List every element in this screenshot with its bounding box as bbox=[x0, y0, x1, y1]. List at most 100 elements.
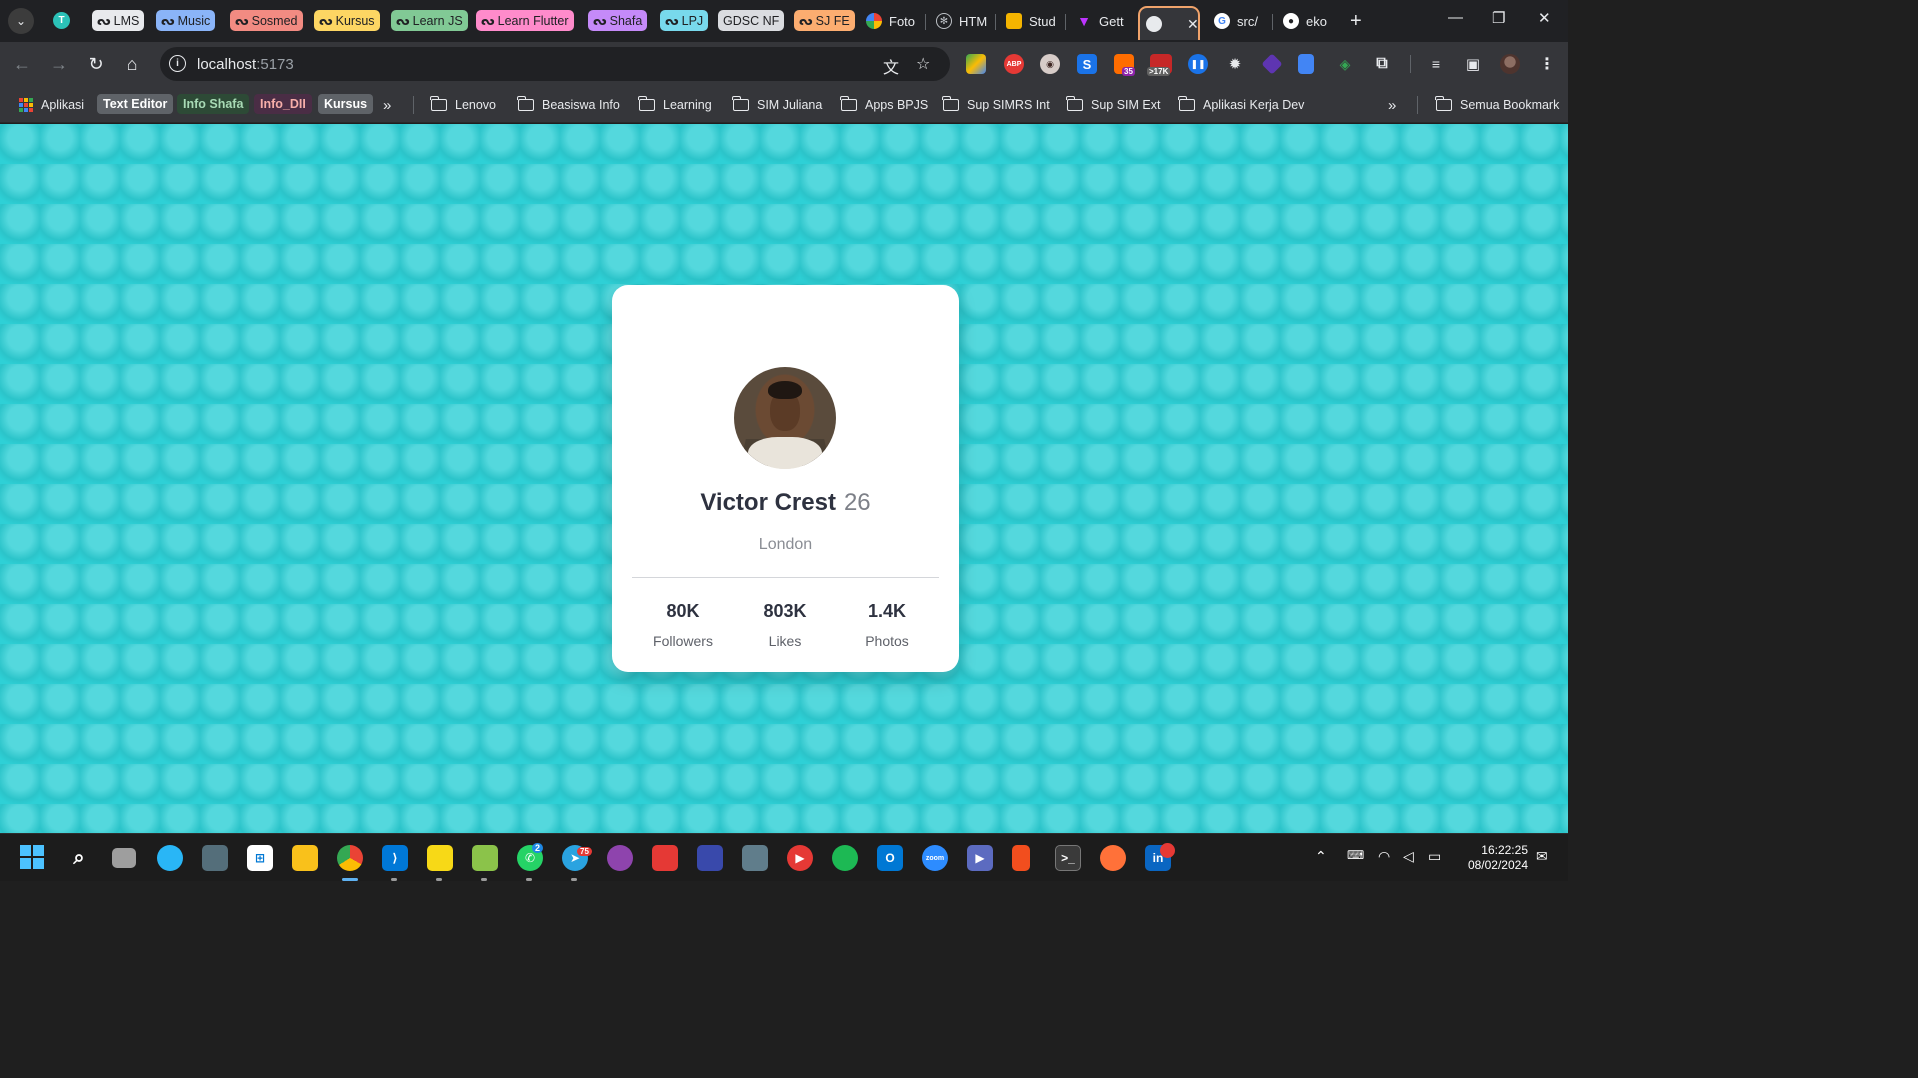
extension-s-icon[interactable]: S bbox=[1077, 54, 1097, 74]
bookmark-folder-sup-simrs-int[interactable]: Sup SIMRS Int bbox=[942, 95, 1050, 115]
tab-github[interactable]: ● eko bbox=[1277, 6, 1335, 36]
bookmark-chip-kursus[interactable]: Kursus bbox=[318, 94, 374, 114]
tab-group-lms[interactable]: ᔓ LMS bbox=[92, 10, 145, 31]
tab-group-sj-fe[interactable]: ᔓ SJ FE bbox=[794, 10, 855, 31]
tab-group-sosmed[interactable]: ᔓ Sosmed bbox=[230, 10, 303, 31]
side-panel-icon[interactable]: ▣ bbox=[1463, 54, 1483, 74]
tab-group-collapsed[interactable]: T bbox=[53, 12, 70, 29]
home-icon[interactable]: ⌂ bbox=[120, 52, 144, 76]
tab-photos[interactable]: Foto bbox=[860, 6, 920, 36]
bookmark-chip-text-editor[interactable]: Text Editor bbox=[97, 94, 174, 114]
extension-docs-icon[interactable] bbox=[1298, 54, 1314, 74]
tab-chatgpt[interactable]: ✻ HTM bbox=[930, 6, 988, 36]
bookmark-folder-aplikasi-kerja-dev[interactable]: Aplikasi Kerja Dev bbox=[1178, 95, 1304, 115]
outlook-icon[interactable]: O bbox=[877, 845, 903, 871]
bookmark-folder-apps-bpjs[interactable]: Apps BPJS bbox=[840, 95, 928, 115]
file-manager-icon[interactable] bbox=[742, 845, 768, 871]
bookmark-chip-info-shafa[interactable]: Info Shafa bbox=[177, 94, 250, 114]
extension-pause-icon[interactable]: ❚❚ bbox=[1188, 54, 1208, 74]
bookmark-apps[interactable]: Aplikasi bbox=[19, 95, 84, 115]
tab-search-chevron-icon[interactable]: ⌄ bbox=[8, 8, 34, 34]
wifi-icon[interactable]: ◠ bbox=[1378, 848, 1390, 865]
task-view-icon[interactable] bbox=[112, 848, 136, 868]
zoom-icon[interactable]: zoom bbox=[922, 845, 948, 871]
translate-icon[interactable]: 文 bbox=[883, 54, 899, 78]
tab-google[interactable]: G src/ bbox=[1208, 6, 1268, 36]
bookmark-folder-lenovo[interactable]: Lenovo bbox=[430, 95, 496, 115]
media-player-icon[interactable]: ▶ bbox=[967, 845, 993, 871]
extension-gear-icon[interactable]: ✹ bbox=[1225, 54, 1245, 74]
tab-title: src/ bbox=[1237, 13, 1258, 29]
tab-group-gdsc-nf[interactable]: GDSC NF bbox=[718, 10, 785, 31]
restore-icon[interactable]: ❐ bbox=[1492, 9, 1505, 27]
bookmark-star-icon[interactable]: ☆ bbox=[916, 54, 930, 74]
minimize-icon[interactable]: — bbox=[1448, 9, 1463, 26]
bookmark-folder-sup-sim-ext[interactable]: Sup SIM Ext bbox=[1066, 95, 1160, 115]
paint-icon[interactable] bbox=[472, 845, 498, 871]
new-tab-plus-icon[interactable]: + bbox=[1350, 10, 1362, 33]
bookmark-chip-info-dii[interactable]: Info_DII bbox=[254, 94, 312, 114]
media-queue-icon[interactable]: ≡ bbox=[1426, 54, 1446, 74]
search-icon[interactable]: ⌕ bbox=[66, 845, 92, 871]
running-indicator bbox=[391, 878, 397, 881]
firefox-icon[interactable] bbox=[1100, 845, 1126, 871]
bookmark-overflow-chevron-icon[interactable]: » bbox=[1388, 95, 1396, 115]
tab-slides[interactable]: Stud bbox=[1000, 6, 1058, 36]
tab-group-lpj[interactable]: ᔓ LPJ bbox=[660, 10, 709, 31]
back-arrow-icon[interactable]: ← bbox=[10, 52, 34, 76]
bookmark-overflow-chevron-icon[interactable]: » bbox=[383, 95, 391, 115]
tab-group-learn-js[interactable]: ᔓ Learn JS bbox=[391, 10, 468, 31]
tab-group-shafa[interactable]: ᔓ Shafa bbox=[588, 10, 648, 31]
file-explorer-icon[interactable] bbox=[292, 845, 318, 871]
extension-diamond-icon[interactable] bbox=[1261, 53, 1283, 75]
extension-face-icon[interactable]: ◉ bbox=[1040, 54, 1060, 74]
tab-active-localhost[interactable]: ✕ bbox=[1138, 6, 1200, 40]
tab-group-learn-flutter[interactable]: ᔓ Learn Flutter bbox=[476, 10, 574, 31]
forward-arrow-icon[interactable]: → bbox=[47, 52, 71, 76]
bookmark-label: Sup SIMRS Int bbox=[967, 98, 1050, 112]
close-tab-icon[interactable]: ✕ bbox=[1187, 16, 1198, 33]
network-tool-icon[interactable] bbox=[697, 845, 723, 871]
address-bar[interactable]: i localhost:5173 文 ☆ bbox=[160, 47, 950, 81]
tab-vite[interactable]: ▼ Gett bbox=[1070, 6, 1130, 36]
extension-drive-icon[interactable] bbox=[966, 54, 986, 74]
adblock-icon[interactable]: ABP bbox=[1004, 54, 1024, 74]
running-indicator bbox=[571, 878, 577, 881]
notifications-icon[interactable]: ✉ bbox=[1536, 848, 1548, 865]
menu-kebab-icon[interactable]: ⋮ bbox=[1537, 54, 1557, 74]
extension-eye-icon[interactable]: ◈ bbox=[1335, 54, 1355, 74]
github-desktop-icon[interactable] bbox=[607, 845, 633, 871]
profile-avatar[interactable] bbox=[1500, 54, 1520, 74]
extensions-puzzle-icon[interactable]: ⧉ bbox=[1372, 54, 1392, 74]
figma-icon[interactable] bbox=[1012, 845, 1030, 871]
volume-icon[interactable]: ◁ bbox=[1403, 848, 1414, 865]
site-info-icon[interactable]: i bbox=[169, 55, 186, 72]
sticky-notes-icon[interactable] bbox=[427, 845, 453, 871]
tray-overflow-chevron-icon[interactable]: ⌃ bbox=[1315, 848, 1327, 865]
group-link-icon: ᔓ bbox=[396, 13, 410, 28]
ms-store-icon[interactable]: ⊞ bbox=[247, 845, 273, 871]
youtube-music-icon[interactable]: ▶ bbox=[787, 845, 813, 871]
chrome-icon[interactable] bbox=[337, 845, 363, 871]
clock[interactable]: 16:22:25 08/02/2024 bbox=[1460, 843, 1528, 873]
bookmark-all-bookmarks[interactable]: Semua Bookmark bbox=[1435, 95, 1559, 115]
tab-group-kursus[interactable]: ᔓ Kursus bbox=[314, 10, 380, 31]
widgets-icon[interactable] bbox=[157, 845, 183, 871]
close-window-icon[interactable]: ✕ bbox=[1538, 9, 1551, 27]
tab-group-music[interactable]: ᔓ Music bbox=[156, 10, 216, 31]
bookmark-folder-beasiswa-info[interactable]: Beasiswa Info bbox=[517, 95, 620, 115]
tab-group-label: Shafa bbox=[609, 13, 643, 28]
terminal-icon[interactable]: >_ bbox=[1055, 845, 1081, 871]
vscode-icon[interactable]: ⟩ bbox=[382, 845, 408, 871]
bookmark-folder-sim-juliana[interactable]: SIM Juliana bbox=[732, 95, 822, 115]
url-text[interactable]: localhost:5173 bbox=[197, 56, 294, 73]
anydesk-icon[interactable] bbox=[652, 845, 678, 871]
whatsapp-badge: 2 bbox=[532, 843, 544, 853]
snipping-tool-icon[interactable] bbox=[202, 845, 228, 871]
keyboard-icon[interactable]: ⌨ bbox=[1347, 848, 1364, 862]
battery-icon[interactable]: ▭ bbox=[1428, 848, 1441, 865]
reload-icon[interactable]: ↻ bbox=[84, 52, 108, 76]
windows-start-icon[interactable] bbox=[20, 845, 44, 869]
bookmark-folder-learning[interactable]: Learning bbox=[638, 95, 712, 115]
spotify-icon[interactable] bbox=[832, 845, 858, 871]
